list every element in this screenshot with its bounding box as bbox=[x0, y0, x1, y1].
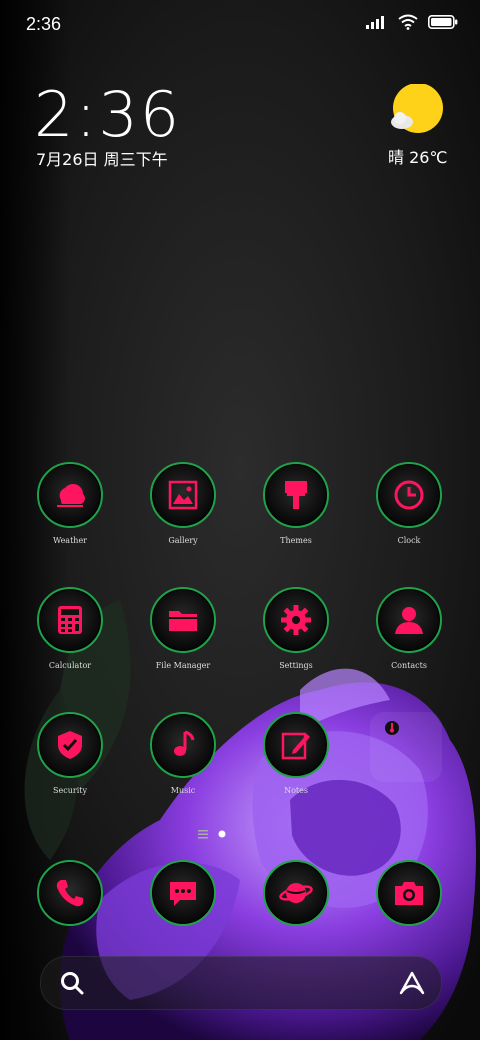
app-label: Notes bbox=[284, 786, 308, 795]
app-calculator[interactable]: Calculator bbox=[20, 587, 120, 670]
sun-with-cloud-icon bbox=[391, 83, 443, 133]
dock-phone-app[interactable] bbox=[20, 860, 120, 926]
app-security[interactable]: Security bbox=[20, 712, 120, 795]
app-icon-ring[interactable] bbox=[150, 712, 216, 778]
search-icon[interactable] bbox=[59, 970, 85, 996]
clock-icon bbox=[394, 480, 424, 510]
app-label: Weather bbox=[53, 536, 87, 545]
app-file-manager[interactable]: File Manager bbox=[133, 587, 233, 670]
camera-icon bbox=[395, 882, 423, 905]
mini-widget[interactable] bbox=[370, 712, 442, 782]
dock-message-bubble-app[interactable] bbox=[133, 860, 233, 926]
calculator-icon bbox=[58, 606, 82, 634]
app-gallery[interactable]: Gallery bbox=[133, 462, 233, 545]
app-icon-ring[interactable] bbox=[37, 712, 103, 778]
app-label: Security bbox=[53, 786, 87, 795]
page-dot-icon bbox=[218, 830, 226, 838]
app-music[interactable]: Music bbox=[133, 712, 233, 795]
edit-pencil-icon bbox=[281, 732, 310, 760]
app-icon-ring[interactable] bbox=[263, 587, 329, 653]
status-time: 2:36 bbox=[26, 14, 62, 34]
app-label: File Manager bbox=[155, 661, 211, 670]
clock-widget-time[interactable]: 2:36 bbox=[34, 78, 181, 151]
app-label: Music bbox=[170, 786, 196, 795]
weather-widget[interactable]: 晴 26℃ bbox=[388, 83, 448, 174]
weather-temperature: 晴 26℃ bbox=[388, 148, 448, 167]
app-label: Contacts bbox=[391, 661, 427, 670]
app-label: Calculator bbox=[48, 661, 92, 670]
battery-icon bbox=[428, 15, 458, 29]
app-icon-ring[interactable] bbox=[263, 860, 329, 926]
phone-icon bbox=[56, 880, 83, 907]
app-icon-ring[interactable] bbox=[150, 462, 216, 528]
app-icon-ring[interactable] bbox=[376, 860, 442, 926]
app-icon-ring[interactable] bbox=[376, 587, 442, 653]
gallery-icon bbox=[168, 480, 198, 510]
app-clock[interactable]: Clock bbox=[359, 462, 459, 545]
app-icon-ring[interactable] bbox=[37, 462, 103, 528]
app-contacts[interactable]: Contacts bbox=[359, 587, 459, 670]
search-bar[interactable] bbox=[40, 956, 442, 1010]
app-icon-ring[interactable] bbox=[376, 462, 442, 528]
app-themes[interactable]: Themes bbox=[246, 462, 346, 545]
app-weather[interactable]: Weather bbox=[20, 462, 120, 545]
app-icon-ring[interactable] bbox=[37, 860, 103, 926]
shield-check-icon bbox=[58, 731, 82, 759]
app-label: Gallery bbox=[168, 536, 198, 545]
app-icon-ring[interactable] bbox=[150, 860, 216, 926]
app-settings[interactable]: Settings bbox=[246, 587, 346, 670]
music-note-icon bbox=[174, 730, 195, 756]
app-icon-ring[interactable] bbox=[263, 712, 329, 778]
page-list-icon bbox=[198, 830, 208, 839]
contact-person-icon bbox=[395, 607, 423, 634]
folder-icon bbox=[169, 611, 197, 631]
dock-planet-browser-app[interactable] bbox=[246, 860, 346, 926]
app-label: Themes bbox=[280, 536, 312, 545]
gear-icon bbox=[281, 605, 311, 635]
paintbrush-icon bbox=[285, 481, 307, 509]
assistant-a-icon[interactable] bbox=[397, 970, 427, 996]
weather-cloud-icon bbox=[57, 484, 85, 507]
app-notes[interactable]: Notes bbox=[246, 712, 346, 795]
status-bar: 2:36 bbox=[0, 0, 480, 50]
dock-camera-app[interactable] bbox=[359, 860, 459, 926]
planet-browser-icon bbox=[279, 883, 313, 903]
app-icon-ring[interactable] bbox=[37, 587, 103, 653]
clock-widget-date: 7月26日 周三下午 bbox=[36, 150, 168, 169]
thermometer-icon bbox=[385, 721, 399, 735]
message-bubble-icon bbox=[170, 882, 196, 906]
signal-icon bbox=[366, 16, 384, 29]
page-indicator[interactable] bbox=[198, 829, 226, 839]
app-icon-ring[interactable] bbox=[150, 587, 216, 653]
status-icons bbox=[366, 14, 458, 30]
app-label: Clock bbox=[397, 536, 421, 545]
app-icon-ring[interactable] bbox=[263, 462, 329, 528]
wifi-icon bbox=[398, 14, 418, 30]
app-label: Settings bbox=[279, 661, 313, 670]
